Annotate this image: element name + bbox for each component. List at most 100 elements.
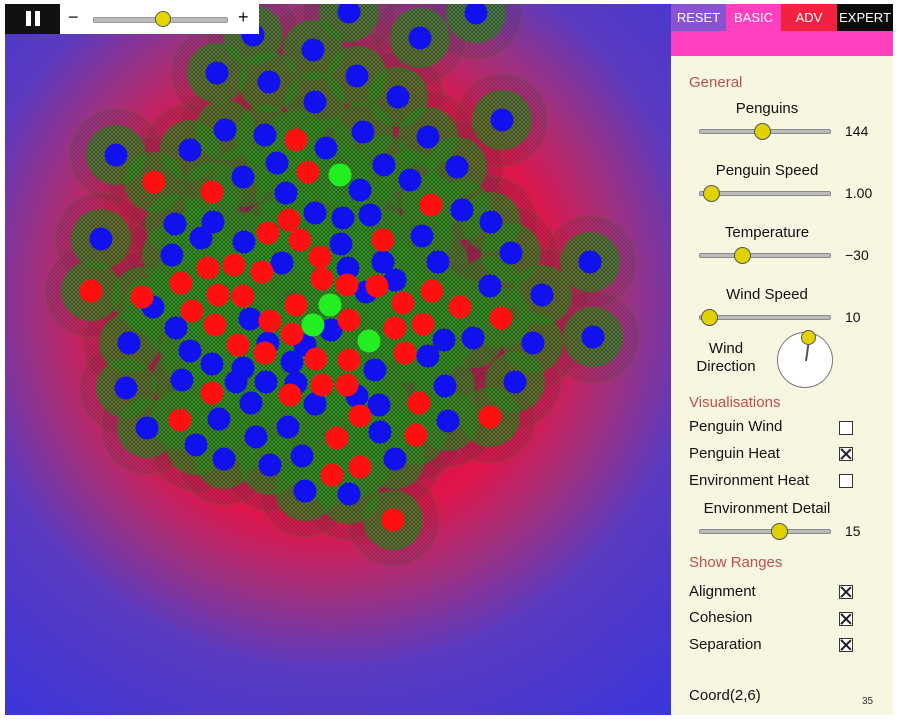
penguin-red[interactable]	[200, 381, 224, 405]
wind-direction-knob[interactable]	[801, 330, 816, 345]
penguin-red[interactable]	[203, 313, 227, 337]
penguin-blue[interactable]	[331, 206, 355, 230]
penguin-red[interactable]	[348, 404, 372, 428]
pause-icon[interactable]	[5, 4, 60, 34]
penguin-red[interactable]	[419, 193, 443, 217]
penguin-blue[interactable]	[200, 352, 224, 376]
penguin-blue[interactable]	[207, 407, 231, 431]
penguin-blue[interactable]	[164, 316, 188, 340]
penguin-red[interactable]	[310, 267, 334, 291]
penguin-red[interactable]	[320, 463, 344, 487]
penguin-red[interactable]	[284, 128, 308, 152]
penguin-blue[interactable]	[117, 331, 141, 355]
penguin-blue[interactable]	[205, 61, 229, 85]
penguin-red[interactable]	[335, 273, 359, 297]
wind-speed-slider-knob[interactable]	[701, 309, 718, 326]
penguin-red[interactable]	[335, 373, 359, 397]
penguin-red[interactable]	[365, 274, 389, 298]
penguin-blue[interactable]	[363, 358, 387, 382]
alignment-checkbox[interactable]	[839, 585, 853, 599]
penguin-red[interactable]	[489, 306, 513, 330]
penguin-blue[interactable]	[398, 168, 422, 192]
penguin-blue[interactable]	[479, 210, 503, 234]
simulation-canvas[interactable]	[5, 4, 671, 715]
penguin-blue[interactable]	[314, 136, 338, 160]
penguin-blue[interactable]	[503, 370, 527, 394]
penguin-red[interactable]	[280, 322, 304, 346]
penguin-red[interactable]	[168, 408, 192, 432]
penguin-red[interactable]	[278, 383, 302, 407]
penguin-blue[interactable]	[386, 85, 410, 109]
penguin-blue[interactable]	[490, 108, 514, 132]
penguin-blue[interactable]	[280, 350, 304, 374]
speed-increase-button[interactable]: +	[238, 7, 249, 28]
penguin-red[interactable]	[420, 279, 444, 303]
penguin-blue[interactable]	[258, 453, 282, 477]
penguin-blue[interactable]	[478, 274, 502, 298]
penguin-blue[interactable]	[104, 143, 128, 167]
penguin-red[interactable]	[250, 260, 274, 284]
cohesion-checkbox[interactable]	[839, 612, 853, 626]
tab-adv[interactable]: ADV	[781, 4, 837, 31]
penguin-red[interactable]	[288, 228, 312, 252]
penguin-blue[interactable]	[290, 444, 314, 468]
penguin-blue[interactable]	[416, 344, 440, 368]
penguin-red[interactable]	[226, 333, 250, 357]
penguin-blue[interactable]	[265, 151, 289, 175]
penguin-blue[interactable]	[383, 447, 407, 471]
penguin-red[interactable]	[381, 508, 405, 532]
environment-heat-checkbox[interactable]	[839, 474, 853, 488]
penguin-blue[interactable]	[351, 120, 375, 144]
penguin-red[interactable]	[393, 341, 417, 365]
penguin-blue[interactable]	[410, 224, 434, 248]
penguin-blue[interactable]	[581, 325, 605, 349]
penguin-red[interactable]	[337, 308, 361, 332]
penguin-blue[interactable]	[426, 250, 450, 274]
penguin-blue[interactable]	[301, 38, 325, 62]
environment-detail-slider-track[interactable]	[699, 529, 831, 534]
penguin-blue[interactable]	[303, 201, 327, 225]
penguin-blue[interactable]	[408, 26, 432, 50]
penguin-blue[interactable]	[232, 230, 256, 254]
penguin-blue[interactable]	[337, 482, 361, 506]
wind-direction-dial[interactable]	[777, 330, 833, 388]
penguin-red[interactable]	[253, 341, 277, 365]
penguin-blue[interactable]	[189, 226, 213, 250]
penguin-blue[interactable]	[578, 250, 602, 274]
penguin-red[interactable]	[277, 208, 301, 232]
penguin-red[interactable]	[258, 309, 282, 333]
penguin-red[interactable]	[478, 405, 502, 429]
tab-basic[interactable]: BASIC	[726, 4, 781, 31]
penguin-blue[interactable]	[276, 415, 300, 439]
penguin-blue[interactable]	[212, 447, 236, 471]
penguin-blue[interactable]	[436, 409, 460, 433]
penguin-green[interactable]	[328, 163, 352, 187]
penguin-red[interactable]	[200, 180, 224, 204]
penguin-blue[interactable]	[345, 64, 369, 88]
penguin-red[interactable]	[284, 293, 308, 317]
penguin-blue[interactable]	[239, 391, 263, 415]
penguin-blue[interactable]	[348, 178, 372, 202]
penguin-blue[interactable]	[253, 123, 277, 147]
speed-decrease-button[interactable]: −	[68, 7, 79, 28]
penguin-blue[interactable]	[293, 479, 317, 503]
separation-checkbox[interactable]	[839, 638, 853, 652]
penguin-blue[interactable]	[163, 212, 187, 236]
penguin-blue[interactable]	[274, 181, 298, 205]
penguin-blue[interactable]	[114, 376, 138, 400]
penguin-heat-checkbox[interactable]	[839, 447, 853, 461]
penguin-green[interactable]	[318, 293, 342, 317]
penguin-red[interactable]	[348, 455, 372, 479]
penguin-red[interactable]	[222, 253, 246, 277]
penguin-speed-slider-knob[interactable]	[703, 185, 720, 202]
penguin-blue[interactable]	[450, 198, 474, 222]
penguin-blue[interactable]	[461, 326, 485, 350]
penguin-blue[interactable]	[416, 125, 440, 149]
penguin-red[interactable]	[169, 271, 193, 295]
penguin-blue[interactable]	[358, 203, 382, 227]
penguin-red[interactable]	[383, 316, 407, 340]
tab-expert[interactable]: EXPERT	[837, 4, 893, 31]
penguin-red[interactable]	[142, 170, 166, 194]
penguin-blue[interactable]	[270, 251, 294, 275]
penguin-blue[interactable]	[231, 165, 255, 189]
